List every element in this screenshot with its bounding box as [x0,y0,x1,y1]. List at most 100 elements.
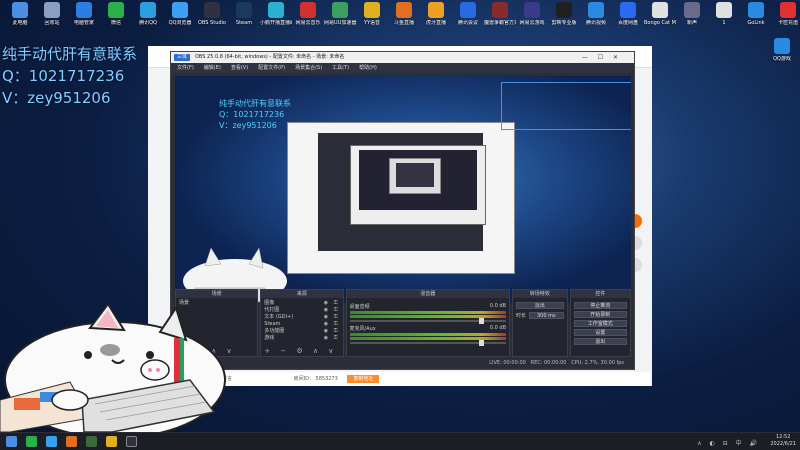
desktop-icon[interactable]: 此电脑 [4,2,36,26]
source-item[interactable]: 代打图 ◉ ⚿ [264,307,339,314]
desktop-icon-label: 腾讯QQ [139,20,157,26]
control-button[interactable]: 停止推流 [573,302,628,309]
desktop-icon-label: 网易UU加速器 [324,20,356,26]
desktop-icon[interactable]: GoLink [740,2,772,26]
menu-item[interactable]: 配置文件(P) [258,65,285,71]
app-icon [44,2,60,18]
visibility-lock-icon[interactable]: ◉ ⚿ [324,314,340,321]
visibility-lock-icon[interactable]: ◉ ⚿ [324,335,340,342]
visibility-lock-icon[interactable]: ◉ ⚿ [324,321,340,328]
desktop-icon[interactable]: 虎牙直播 [420,2,452,26]
control-button[interactable]: 设置 [573,329,628,336]
desktop-icon[interactable]: 网易云游戏 [516,2,548,26]
visibility-lock-icon[interactable]: ◉ ⚿ [324,328,340,335]
desktop-icon[interactable]: 电脑管家 [68,2,100,26]
source-item[interactable]: 图像 ◉ ⚿ [264,300,339,307]
menu-item[interactable]: 查看(V) [231,65,248,71]
desktop-icon-label: 1 [722,20,726,26]
volume-slider[interactable] [349,340,507,346]
yy-task-icon[interactable] [106,436,117,447]
menu-item[interactable]: 场景集合(S) [295,65,322,71]
desktop-icon[interactable]: OBS Studio [196,2,228,26]
desktop-icon[interactable]: 腾讯QQ [132,2,164,26]
transitions-dock-title: 转场特效 [513,290,567,298]
clock[interactable]: 12:52 2022/6/21 [770,434,796,448]
wechat-task-icon[interactable] [26,436,37,447]
source-item[interactable]: 文本 (GDI+) ◉ ⚿ [264,314,339,321]
desktop-icon[interactable]: 剪映专业版 [548,2,580,26]
source-label: 图像 [264,300,275,306]
transition-select[interactable]: 淡出 [516,302,564,309]
desktop-icon-label: 魔兽争霸官方对战平台 [484,20,516,26]
desktop-icon[interactable]: Bongo Cat Mver [644,2,676,26]
app-icon [140,2,156,18]
desktop-icon[interactable]: QQ游戏 [766,38,798,62]
taskbar: ∧ ◐ ⊟ 中 🔊 12:52 2022/6/21 [0,432,800,450]
desktop-icon[interactable]: 百度网盘 [612,2,644,26]
control-button[interactable]: 退出 [573,338,628,345]
desktop-icon-label: 虎牙直播 [425,20,446,26]
browser-task-icon[interactable] [46,436,57,447]
douyu-task-icon[interactable] [66,436,77,447]
desktop-icon[interactable]: 腾讯视频 [580,2,612,26]
preview-selection-box[interactable] [501,82,631,130]
desktop-icon-label: 卡密充值 [777,20,798,26]
mixer-channel: 麦克风/Aux 0.0 dB [349,325,507,346]
visibility-lock-icon[interactable]: ◉ ⚿ [324,307,340,314]
menu-item[interactable]: 编辑(E) [204,65,221,71]
desktop-icon[interactable]: Steam [228,2,260,26]
sources-dock-buttons[interactable]: + − ⚙ ∧ ∨ [264,347,337,355]
desktop-icon-label: 回收站 [44,20,60,26]
visibility-lock-icon[interactable]: ◉ ⚿ [324,300,340,307]
app-icon [556,2,572,18]
app-icon [748,2,764,18]
game-task-icon[interactable] [86,436,97,447]
volume-slider[interactable] [349,318,507,324]
source-item[interactable]: 多功能圈 ◉ ⚿ [264,328,339,335]
app-icon [716,2,732,18]
system-tray-icons[interactable]: ∧ ◐ ⊟ 中 🔊 [697,438,760,447]
desktop-icon-label: QQ浏览器 [168,20,192,26]
desktop-icon[interactable]: 网易云音乐 [292,2,324,26]
source-item[interactable]: 游戏 ◉ ⚿ [264,335,339,342]
duration-input[interactable]: 300 ms [529,312,564,319]
desktop-icon[interactable]: 腾讯会议 [452,2,484,26]
window-controls[interactable]: —☐✕ [582,52,628,63]
source-label: Steam [264,321,281,327]
control-button[interactable]: 开始录制 [573,311,628,318]
live-status: LIVE: 00:00:00 [489,360,526,366]
desktop-icon[interactable]: YY语音 [356,2,388,26]
menu-item[interactable]: 工具(T) [332,65,349,71]
obs-title-bar: 三体 OBS 25.0.8 (64-bit, windows) - 配置文件: … [171,52,634,63]
app-icon [268,2,284,18]
control-button[interactable]: 工作室模式 [573,320,628,327]
desktop-icon[interactable]: 微信 [100,2,132,26]
source-item[interactable]: Steam ◉ ⚿ [264,321,339,328]
desktop-icon[interactable]: 卡密充值 [772,2,800,26]
obs-task-icon[interactable] [126,436,137,447]
app-icon [492,2,508,18]
desktop-icon[interactable]: 魔兽争霸官方对战平台 [484,2,516,26]
desktop-icon[interactable]: 1 [708,2,740,26]
menu-item[interactable]: 文件(F) [177,65,194,71]
app-icon [684,2,700,18]
app-icon [76,2,92,18]
copy-address-button[interactable]: 复制地址 [347,375,380,383]
menu-item[interactable]: 帮助(H) [359,65,377,71]
desktop-icon[interactable]: 斗鱼直播 [388,2,420,26]
source-label: 代打图 [264,307,280,313]
app-icon [108,2,124,18]
desktop-icon[interactable]: 小鹅开播直播助手 [260,2,292,26]
desktop-icon-label: QQ游戏 [773,56,791,62]
desktop-icon[interactable]: 回收站 [36,2,68,26]
desktop-icon[interactable]: QQ浏览器 [164,2,196,26]
mixer-channel-db: 0.0 dB [489,325,507,331]
start-button-icon[interactable] [6,436,17,447]
desktop-icon[interactable]: 网易UU加速器 [324,2,356,26]
desktop-icon[interactable]: 新声 [676,2,708,26]
app-icon [588,2,604,18]
obs-preview[interactable]: 纯手动代肝有意联系 Q：1021717236 V：zey951206 [175,76,631,303]
controls-dock: 控件 停止推流 开始录制 工作室模式 设置 退出 [569,289,632,357]
rec-status: REC: 00:00:00 [530,360,567,366]
obs-window-title: OBS 25.0.8 (64-bit, windows) - 配置文件: 未命名… [195,54,345,60]
